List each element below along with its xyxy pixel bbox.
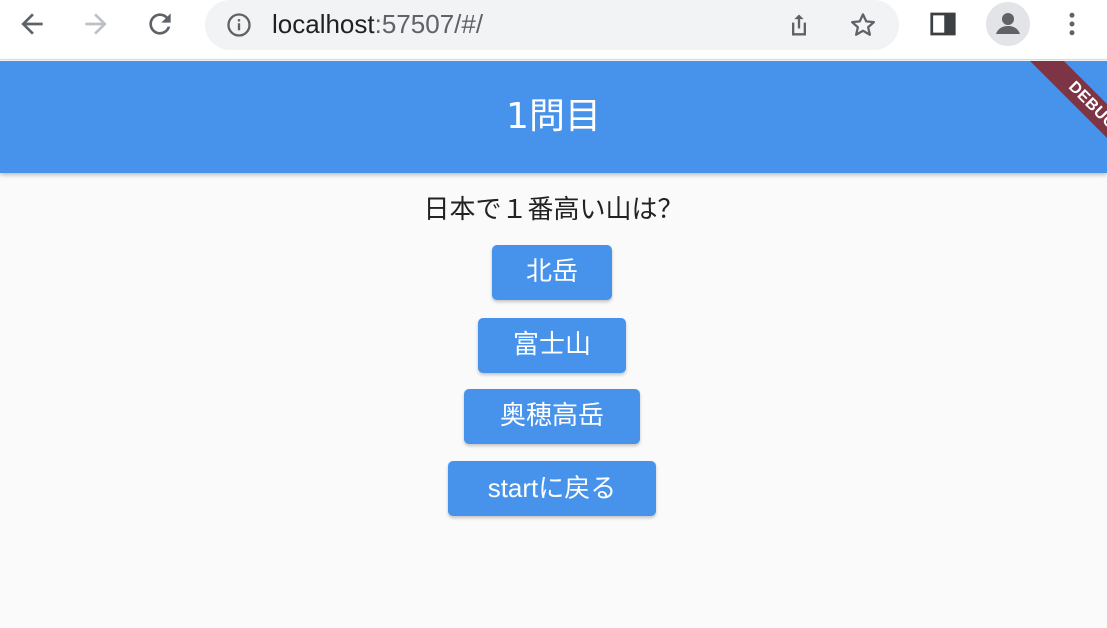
- page: localhost:57507/#/ 1問目 DEBUG 日本で１番高い山は？ …: [0, 0, 1107, 628]
- back-to-start-button[interactable]: startに戻る: [448, 461, 656, 516]
- info-icon[interactable]: [223, 9, 255, 41]
- url-text: localhost:57507/#/: [272, 9, 483, 39]
- back-arrow-icon[interactable]: [14, 6, 50, 42]
- quiz-content: 日本で１番高い山は？ 北岳 富士山 奥穂高岳 startに戻る: [0, 173, 1107, 628]
- forward-arrow-icon[interactable]: [78, 6, 114, 42]
- side-panel-icon[interactable]: [925, 6, 961, 42]
- answer-button-okuhotakadake[interactable]: 奥穂高岳: [464, 389, 640, 444]
- address-bar[interactable]: localhost:57507/#/: [205, 0, 899, 50]
- app-bar: 1問目: [0, 61, 1107, 173]
- star-icon[interactable]: [845, 7, 881, 43]
- profile-icon[interactable]: [986, 2, 1030, 46]
- url-path: :57507/#/: [374, 9, 484, 39]
- page-title: 1問目: [506, 96, 601, 137]
- answer-button-fujisan[interactable]: 富士山: [478, 318, 626, 373]
- more-menu-icon[interactable]: [1054, 6, 1090, 42]
- share-icon[interactable]: [781, 7, 817, 43]
- reload-icon[interactable]: [142, 6, 178, 42]
- browser-toolbar: localhost:57507/#/: [0, 0, 1107, 60]
- question-text: 日本で１番高い山は？: [423, 195, 684, 225]
- url-host: localhost: [272, 9, 375, 39]
- answer-button-kitadake[interactable]: 北岳: [492, 245, 612, 300]
